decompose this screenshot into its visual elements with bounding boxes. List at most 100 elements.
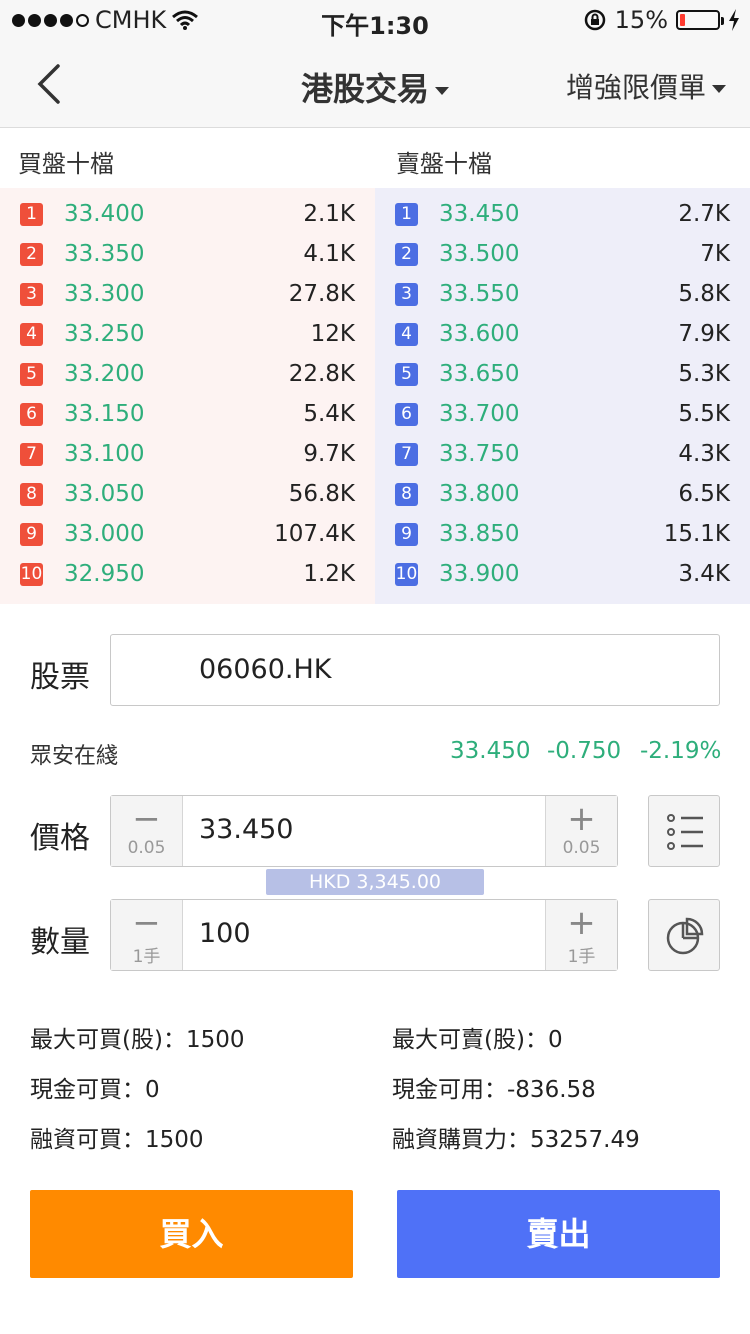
level-badge: 3 — [20, 283, 43, 306]
page-title: 港股交易 — [300, 70, 429, 108]
level-price: 33.750 — [439, 441, 520, 467]
ask-row[interactable]: 7 33.750 4.3K — [375, 436, 750, 476]
level-volume: 22.8K — [288, 361, 355, 387]
ask-book: 1 33.450 2.7K 2 33.500 7K 3 33.550 5.8K 4 33.600 7.… — [375, 188, 750, 604]
quantity-step-label: 1手 — [132, 947, 161, 967]
bid-row[interactable]: 3 33.300 27.8K — [0, 276, 375, 316]
margin-buying-power: 融資購買力：53257.49 — [392, 1127, 640, 1153]
ask-row[interactable]: 2 33.500 7K — [375, 236, 750, 276]
price-input[interactable]: 33.450 — [199, 814, 293, 845]
level-badge: 8 — [395, 483, 418, 506]
price-label: 價格 — [30, 821, 90, 856]
level-badge: 2 — [20, 243, 43, 266]
quantity-step-label: 1手 — [567, 947, 596, 967]
status-right: 15% — [583, 6, 740, 34]
ask-row[interactable]: 1 33.450 2.7K — [375, 196, 750, 236]
stock-input[interactable]: 06060.HK — [110, 634, 720, 706]
quantity-increase-button[interactable]: + 1手 — [545, 900, 617, 970]
cash-buyable: 現金可買：0 — [30, 1077, 160, 1103]
level-badge: 6 — [395, 403, 418, 426]
level-badge: 7 — [20, 443, 43, 466]
price-increase-button[interactable]: + 0.05 — [545, 796, 617, 866]
bid-row[interactable]: 1 33.400 2.1K — [0, 196, 375, 236]
quantity-stepper: − 1手 100 + 1手 — [110, 899, 618, 971]
ask-row[interactable]: 10 33.900 3.4K — [375, 556, 750, 596]
cash-available: 現金可用：-836.58 — [392, 1077, 596, 1103]
level-volume: 56.8K — [288, 481, 355, 507]
level-badge: 5 — [395, 363, 418, 386]
bid-row[interactable]: 6 33.150 5.4K — [0, 396, 375, 436]
level-volume: 27.8K — [288, 281, 355, 307]
rotation-lock-icon — [584, 9, 605, 31]
sell-button[interactable]: 賣出 — [397, 1190, 720, 1278]
pie-chart-icon — [666, 917, 704, 955]
ask-row[interactable]: 6 33.700 5.5K — [375, 396, 750, 436]
level-badge: 6 — [20, 403, 43, 426]
level-price: 33.300 — [64, 281, 145, 307]
level-badge: 9 — [395, 523, 418, 546]
price-decrease-button[interactable]: − 0.05 — [111, 796, 183, 866]
bid-row[interactable]: 10 32.950 1.2K — [0, 556, 375, 596]
level-price: 33.600 — [439, 321, 520, 347]
level-price: 33.450 — [439, 201, 520, 227]
minus-icon: − — [132, 799, 161, 839]
price-step-label: 0.05 — [562, 838, 601, 858]
bid-row[interactable]: 8 33.050 56.8K — [0, 476, 375, 516]
level-volume: 4.3K — [678, 441, 730, 467]
bid-row[interactable]: 2 33.350 4.1K — [0, 236, 375, 276]
level-volume: 15.1K — [663, 521, 730, 547]
chevron-down-icon — [435, 87, 449, 95]
level-badge: 1 — [395, 203, 418, 226]
level-volume: 12K — [310, 321, 355, 347]
level-volume: 107.4K — [274, 521, 355, 547]
charging-bolt-icon — [729, 9, 739, 31]
level-volume: 7K — [700, 241, 730, 267]
bid-row[interactable]: 9 33.000 107.4K — [0, 516, 375, 556]
quantity-label: 數量 — [30, 925, 90, 960]
level-badge: 4 — [395, 323, 418, 346]
bid-row[interactable]: 7 33.100 9.7K — [0, 436, 375, 476]
price-list-button[interactable] — [648, 795, 720, 867]
ask-row[interactable]: 5 33.650 5.3K — [375, 356, 750, 396]
list-icon — [667, 814, 703, 850]
buy-button[interactable]: 買入 — [30, 1190, 353, 1278]
level-badge: 10 — [395, 563, 418, 586]
stock-name: 眾安在綫 — [30, 744, 119, 769]
level-volume: 5.4K — [303, 401, 355, 427]
stock-code: 06060.HK — [199, 654, 332, 685]
status-bar: CMHK 下午1:30 15% — [0, 0, 750, 40]
level-volume: 2.7K — [678, 201, 730, 227]
level-price: 33.150 — [64, 401, 145, 427]
level-price: 33.050 — [64, 481, 145, 507]
plus-icon: + — [567, 799, 596, 839]
order-type-selector[interactable]: 增強限價單 — [566, 66, 726, 106]
bid-row[interactable]: 5 33.200 22.8K — [0, 356, 375, 396]
level-badge: 1 — [20, 203, 43, 226]
ask-row[interactable]: 3 33.550 5.8K — [375, 276, 750, 316]
bid-row[interactable]: 4 33.250 12K — [0, 316, 375, 356]
level-price: 33.500 — [439, 241, 520, 267]
nav-bar: 港股交易 增強限價單 — [0, 40, 750, 128]
position-ratio-button[interactable] — [648, 899, 720, 971]
level-price: 33.200 — [64, 361, 145, 387]
level-badge: 5 — [20, 363, 43, 386]
level-volume: 3.4K — [678, 561, 730, 587]
level-volume: 9.7K — [303, 441, 355, 467]
order-amount-tag: HKD 3,345.00 — [266, 869, 484, 895]
price-change-pct: -2.19% — [640, 738, 722, 764]
level-price: 33.100 — [64, 441, 145, 467]
level-badge: 10 — [20, 563, 43, 586]
level-price: 32.950 — [64, 561, 145, 587]
chevron-down-icon — [712, 85, 726, 93]
ask-row[interactable]: 8 33.800 6.5K — [375, 476, 750, 516]
ask-row[interactable]: 4 33.600 7.9K — [375, 316, 750, 356]
level-badge: 9 — [20, 523, 43, 546]
level-price: 33.350 — [64, 241, 145, 267]
quantity-decrease-button[interactable]: − 1手 — [111, 900, 183, 970]
level-price: 33.900 — [439, 561, 520, 587]
ask-row[interactable]: 9 33.850 15.1K — [375, 516, 750, 556]
quantity-input[interactable]: 100 — [199, 918, 251, 949]
price-change: -0.750 — [547, 738, 622, 764]
bid-header: 買盤十檔 — [18, 150, 114, 178]
max-sell-shares: 最大可賣(股)：0 — [392, 1027, 563, 1053]
